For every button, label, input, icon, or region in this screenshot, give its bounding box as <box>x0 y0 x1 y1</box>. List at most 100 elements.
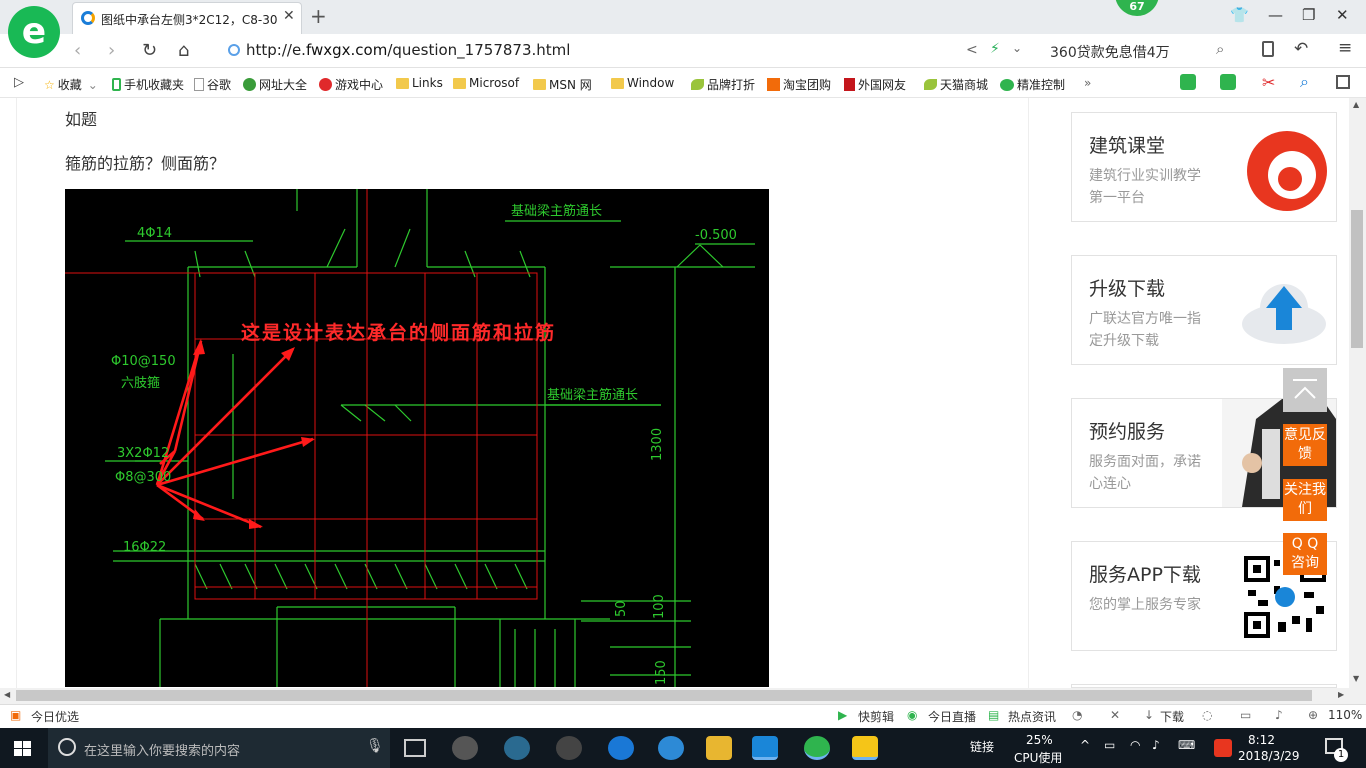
apps-grid-icon[interactable] <box>1336 75 1350 89</box>
mute-icon[interactable]: ♪ <box>1275 708 1283 722</box>
search-input[interactable]: 360贷款免息借4万 <box>1050 42 1170 62</box>
cad-label-100: 100 <box>652 594 667 619</box>
sidebar-card-classroom[interactable]: 建筑课堂 建筑行业实训教学第一平台 <box>1071 112 1337 222</box>
clock-time[interactable]: 8:12 <box>1248 733 1275 747</box>
microphone-icon[interactable]: 🎙 <box>366 738 384 754</box>
scroll-up-arrow-icon[interactable]: ▲ <box>1353 100 1359 109</box>
refresh-button[interactable]: ↻ <box>142 40 157 61</box>
vertical-scrollbar[interactable] <box>1349 98 1366 688</box>
address-input[interactable]: http://e.fwxgx.com/question_1757873.html <box>246 41 570 59</box>
volume-icon[interactable]: ♪ <box>1152 738 1160 752</box>
more-bookmarks-icon[interactable]: » <box>1084 76 1091 90</box>
browser-logo[interactable]: e <box>8 6 60 58</box>
security-icon[interactable] <box>228 44 240 56</box>
browser-tab[interactable]: 图纸中承台左侧3*2C12，C8-300... ✕ <box>72 2 302 34</box>
app-360-browser-icon[interactable] <box>804 736 830 760</box>
scroll-right-arrow-icon[interactable]: ▶ <box>1338 690 1344 699</box>
app-browser-e-icon[interactable] <box>504 736 530 760</box>
maximize-button[interactable]: ❐ <box>1302 6 1315 24</box>
cad-drawing: 这是设计表达承台的侧面筋和拉筋 基础梁主筋通长 4Φ14 -0.500 基础梁主… <box>65 189 755 687</box>
qq-consult-button[interactable]: Q Q 咨询 <box>1283 533 1327 575</box>
app-g-icon[interactable] <box>752 736 778 760</box>
bookmark-item[interactable]: 谷歌 <box>194 76 231 93</box>
battery-icon[interactable]: ▭ <box>1104 738 1115 752</box>
back-to-top-button[interactable] <box>1283 368 1327 412</box>
cad-label-mid: 基础梁主筋通长 <box>547 387 638 403</box>
search-icon[interactable]: ⌕ <box>1216 40 1224 58</box>
chevron-down-icon[interactable]: ⌄ <box>1012 41 1022 55</box>
sidebar-toggle-icon[interactable]: ▷ <box>14 75 24 90</box>
status-item-live[interactable]: 今日直播 <box>928 708 976 725</box>
close-window-button[interactable]: ✕ <box>1336 6 1349 24</box>
clock-date[interactable]: 2018/3/29 <box>1238 749 1300 763</box>
task-view-icon[interactable] <box>404 739 426 757</box>
folder-icon <box>533 79 546 90</box>
bookmark-item[interactable]: 游戏中心 <box>319 76 383 93</box>
speed-icon[interactable]: ◔ <box>1072 708 1082 722</box>
bookmark-item[interactable]: ☆ 收藏 ⌄ <box>44 76 98 93</box>
forward-button[interactable]: › <box>108 40 115 61</box>
bookmark-item[interactable]: 天猫商城 <box>924 76 988 93</box>
logo-swirl-icon <box>1247 131 1327 211</box>
file-explorer-icon[interactable] <box>706 736 732 760</box>
edge-icon[interactable] <box>608 736 634 760</box>
horizontal-scroll-thumb[interactable] <box>16 690 1312 701</box>
zoom-level[interactable]: 110% <box>1328 708 1362 722</box>
scroll-down-arrow-icon[interactable]: ▼ <box>1353 674 1359 683</box>
input-method-icon[interactable] <box>1214 739 1232 757</box>
leaf-icon <box>691 79 704 90</box>
ie-icon[interactable] <box>658 736 684 760</box>
scissors-icon[interactable]: ✂ <box>1262 73 1275 92</box>
bookmark-item[interactable]: 外国网友 <box>844 76 906 93</box>
phone-icon[interactable] <box>1262 41 1274 57</box>
link-label[interactable]: 链接 <box>970 738 994 755</box>
follow-us-button[interactable]: 关注我们 <box>1283 479 1327 521</box>
new-tab-button[interactable]: + <box>310 4 327 28</box>
cad-label-150: 150 <box>654 660 669 685</box>
home-button[interactable]: ⌂ <box>178 40 189 61</box>
minimize-button[interactable]: — <box>1268 6 1283 24</box>
card-desc: 服务面对面，承诺心连心 <box>1089 454 1201 492</box>
leaf-icon <box>924 79 937 90</box>
status-item-clip[interactable]: 快剪辑 <box>858 708 894 725</box>
back-button[interactable]: ‹ <box>74 40 81 61</box>
taskbar-search-input[interactable]: 在这里输入你要搜索的内容 <box>84 740 240 759</box>
today-picks-link[interactable]: 今日优选 <box>31 708 79 725</box>
feedback-button[interactable]: 意见反馈 <box>1283 424 1327 466</box>
vertical-scroll-thumb[interactable] <box>1351 210 1363 348</box>
app-pinwheel-icon[interactable] <box>452 736 478 760</box>
bookmark-item[interactable]: 精准控制 <box>1000 76 1065 93</box>
shirt-icon[interactable]: 👕 <box>1230 6 1249 24</box>
bookmark-item[interactable]: MSN 网 <box>533 76 592 93</box>
zoom-icon[interactable]: ⌕ <box>1300 72 1309 92</box>
bookmark-item[interactable]: Microsof <box>453 76 519 90</box>
bookmark-item[interactable]: Window <box>611 76 674 90</box>
annotation-arrowheads <box>193 339 315 529</box>
sidebar-card-download[interactable]: 升级下载 广联达官方唯一指定升级下载 <box>1071 255 1337 365</box>
scroll-left-arrow-icon[interactable]: ◀ <box>4 690 10 699</box>
chevron-up-icon[interactable]: ^ <box>1080 738 1090 752</box>
bookmark-item[interactable]: Links <box>396 76 443 90</box>
pin-icon[interactable]: ✕ <box>1110 708 1120 722</box>
wifi-icon[interactable]: ◠ <box>1130 738 1140 752</box>
shield-icon[interactable] <box>1180 74 1196 90</box>
bookmark-item[interactable]: 淘宝团购 <box>767 76 831 93</box>
share-icon[interactable]: < <box>966 42 978 58</box>
translate-icon[interactable] <box>1220 74 1236 90</box>
status-item-news[interactable]: 热点资讯 <box>1008 708 1056 725</box>
lightning-icon[interactable]: ⚡ <box>990 41 1000 57</box>
bookmark-item[interactable]: 网址大全 <box>243 76 307 93</box>
bookmark-item[interactable]: 品牌打折 <box>691 76 755 93</box>
keyboard-icon[interactable]: ⌨ <box>1178 738 1195 752</box>
app-notes-icon[interactable] <box>852 736 878 760</box>
globe-icon <box>243 78 256 91</box>
menu-icon[interactable]: ≡ <box>1338 38 1352 58</box>
clean-icon[interactable]: ◌ <box>1202 708 1212 722</box>
bookmark-item[interactable]: 手机收藏夹 <box>112 76 184 93</box>
undo-icon[interactable]: ↶ <box>1294 39 1308 59</box>
app-swirl-icon[interactable] <box>556 736 582 760</box>
windows-start-icon[interactable] <box>14 741 32 757</box>
window-icon[interactable]: ▭ <box>1240 708 1251 722</box>
download-link[interactable]: 下载 <box>1160 708 1184 725</box>
close-tab-icon[interactable]: ✕ <box>283 8 295 24</box>
